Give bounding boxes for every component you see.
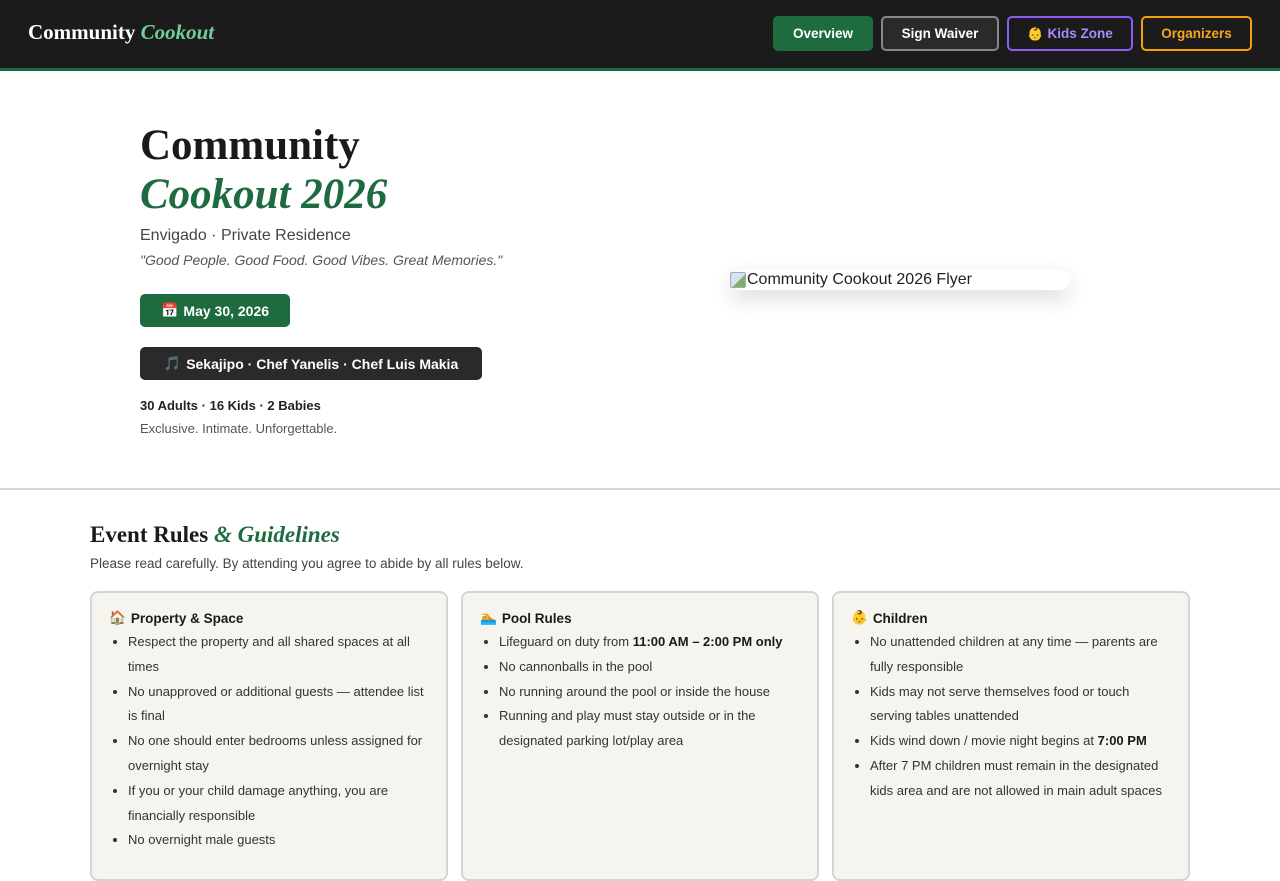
nav-buttons: Overview Sign Waiver 👶 Kids Zone Organiz… xyxy=(773,16,1252,51)
lifeguard-hours: 11:00 AM – 2:00 PM only xyxy=(632,634,783,649)
children-rules-card: 👶 Children No unattended children at any… xyxy=(832,591,1190,881)
performers-list: Sekajipo · Chef Yanelis · Chef Luis Maki… xyxy=(186,355,459,372)
movie-night-text: Kids wind down / movie night begins at xyxy=(870,733,1098,749)
house-icon: 🏠 xyxy=(109,610,126,625)
baby-icon: 👶 xyxy=(851,610,868,625)
card-title-text: Property & Space xyxy=(130,610,244,626)
list-item: No running around the pool or inside the… xyxy=(499,680,801,705)
organizers-button[interactable]: Organizers xyxy=(1141,16,1252,51)
rules-title-accent: & Guidelines xyxy=(213,522,340,547)
list-item: No unattended children at any time — par… xyxy=(870,630,1172,680)
broken-image-icon xyxy=(730,272,746,288)
kids-zone-button[interactable]: 👶 Kids Zone xyxy=(1007,16,1133,51)
brand-logo[interactable]: Community Cookout xyxy=(28,20,214,45)
rules-title-main: Event Rules xyxy=(90,522,209,547)
rules-title: Event Rules & Guidelines xyxy=(90,522,340,548)
sign-waiver-button[interactable]: Sign Waiver xyxy=(881,16,999,51)
rules-list: Respect the property and all shared spac… xyxy=(109,630,430,853)
list-item: Running and play must stay outside or in… xyxy=(499,704,801,754)
pool-rules-card: 🏊 Pool Rules Lifeguard on duty from 11:0… xyxy=(461,591,819,881)
rules-subtitle: Please read carefully. By attending you … xyxy=(90,556,524,571)
rules-cards: 🏠 Property & Space Respect the property … xyxy=(90,591,1190,881)
swimmer-icon: 🏊 xyxy=(480,610,497,625)
rules-list: Lifeguard on duty from 11:00 AM – 2:00 P… xyxy=(480,630,801,754)
card-title: 👶 Children xyxy=(851,610,1172,626)
hero-section: Community Cookout 2026 Envigado · Privat… xyxy=(0,71,1280,490)
event-location: Envigado · Private Residence xyxy=(140,227,351,244)
movie-night-time: 7:00 PM xyxy=(1097,733,1147,749)
list-item: No overnight male guests xyxy=(128,828,430,853)
attendance-count: 30 Adults · 16 Kids · 2 Babies xyxy=(140,398,321,413)
list-item: Kids wind down / movie night begins at 7… xyxy=(870,729,1172,754)
top-nav: Community Cookout Overview Sign Waiver 👶… xyxy=(0,0,1280,71)
card-title: 🏊 Pool Rules xyxy=(480,610,801,626)
list-item: If you or your child damage anything, yo… xyxy=(128,779,430,829)
hero-title-line2: Cookout 2026 xyxy=(140,171,388,218)
property-rules-card: 🏠 Property & Space Respect the property … xyxy=(90,591,448,881)
hero-tagline: Exclusive. Intimate. Unforgettable. xyxy=(140,421,338,436)
brand-main: Community xyxy=(28,20,136,44)
hero-title-line1: Community xyxy=(140,122,360,169)
list-item: Kids may not serve themselves food or to… xyxy=(870,680,1172,730)
card-title-text: Children xyxy=(872,610,928,626)
list-item: Lifeguard on duty from 11:00 AM – 2:00 P… xyxy=(499,630,801,655)
overview-button[interactable]: Overview xyxy=(773,16,873,51)
card-title: 🏠 Property & Space xyxy=(109,610,430,626)
event-date: May 30, 2026 xyxy=(183,302,270,319)
lifeguard-text: Lifeguard on duty from xyxy=(499,634,633,649)
list-item: No unapproved or additional guests — att… xyxy=(128,680,430,730)
event-quote: "Good People. Good Food. Good Vibes. Gre… xyxy=(140,252,503,268)
rules-list: No unattended children at any time — par… xyxy=(851,630,1172,804)
flyer-alt-text: Community Cookout 2026 Flyer xyxy=(747,271,972,288)
kids-zone-label: Kids Zone xyxy=(1047,26,1113,41)
event-flyer-image: Community Cookout 2026 Flyer xyxy=(730,270,1070,290)
music-note-icon: 🎵 xyxy=(163,355,182,371)
list-item: Respect the property and all shared spac… xyxy=(128,630,430,680)
hero-title: Community Cookout 2026 xyxy=(140,121,387,219)
brand-accent: Cookout xyxy=(140,20,215,44)
list-item: After 7 PM children must remain in the d… xyxy=(870,754,1172,804)
list-item: No cannonballs in the pool xyxy=(499,655,801,680)
performers-badge: 🎵 Sekajipo · Chef Yanelis · Chef Luis Ma… xyxy=(140,347,482,380)
baby-icon: 👶 xyxy=(1027,25,1044,41)
date-badge: 📅 May 30, 2026 xyxy=(140,294,290,327)
calendar-icon: 📅 xyxy=(160,302,179,318)
list-item: No one should enter bedrooms unless assi… xyxy=(128,729,430,779)
card-title-text: Pool Rules xyxy=(501,610,572,626)
